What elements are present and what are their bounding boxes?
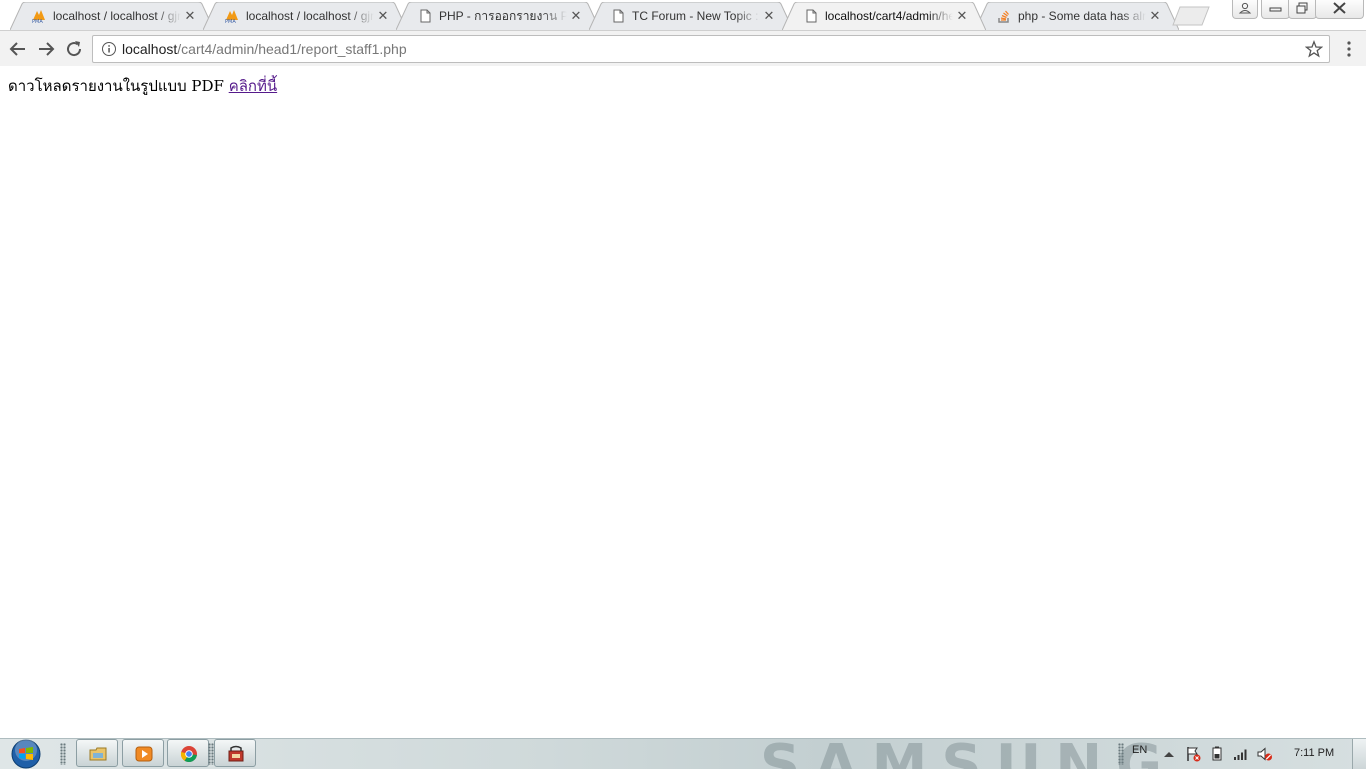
media-player-icon bbox=[135, 746, 153, 762]
tab-close-button[interactable]: ✕ bbox=[954, 8, 970, 24]
tab-1[interactable]: PMA localhost / localhost / gjr ✕ bbox=[10, 2, 214, 30]
tab-2[interactable]: PMA localhost / localhost / gjr ✕ bbox=[203, 2, 407, 30]
wallpaper-logo: SAMSUNG bbox=[760, 739, 1176, 769]
language-indicator[interactable]: EN bbox=[1132, 744, 1147, 756]
tab-close-button[interactable]: ✕ bbox=[1147, 8, 1163, 24]
person-icon bbox=[1238, 2, 1252, 14]
tab-3[interactable]: PHP - การออกรายงาน PDF ✕ bbox=[396, 2, 600, 30]
new-tab-button[interactable] bbox=[1172, 6, 1210, 26]
url-path: /cart4/admin/head1/report_staff1.php bbox=[177, 41, 407, 57]
svg-text:PMA: PMA bbox=[225, 19, 236, 23]
minimize-button[interactable] bbox=[1261, 0, 1290, 19]
tab-title: localhost/cart4/admin/head1/report_staff… bbox=[825, 9, 953, 23]
windows-taskbar: SAMSUNG EN 7:11 PM bbox=[0, 738, 1366, 769]
back-icon[interactable] bbox=[6, 37, 30, 61]
phpmyadmin-icon: PMA bbox=[32, 10, 45, 23]
taskbar-grip[interactable] bbox=[60, 743, 66, 765]
tab-4[interactable]: TC Forum - New Topic :: ✕ bbox=[589, 2, 793, 30]
url-host: localhost bbox=[122, 41, 178, 57]
tab-close-button[interactable]: ✕ bbox=[761, 8, 777, 24]
tab-close-button[interactable]: ✕ bbox=[182, 8, 198, 24]
tab-title: PHP - การออกรายงาน PDF bbox=[439, 9, 567, 23]
minimize-icon bbox=[1269, 7, 1282, 12]
info-icon[interactable] bbox=[101, 41, 117, 57]
tab-title: TC Forum - New Topic :: bbox=[632, 9, 760, 23]
restore-button[interactable] bbox=[1288, 0, 1317, 19]
show-desktop-button[interactable] bbox=[1352, 739, 1366, 769]
tab-5-active[interactable]: localhost/cart4/admin/head1/report_staff… bbox=[782, 2, 986, 30]
tab-6[interactable]: php - Some data has already ✕ bbox=[975, 2, 1179, 30]
bookmark-star-icon[interactable] bbox=[1305, 40, 1323, 58]
page-icon bbox=[613, 9, 624, 23]
browser-toolbar: localhost/cart4/admin/head1/report_staff… bbox=[0, 30, 1366, 67]
profile-button[interactable] bbox=[1232, 0, 1258, 19]
action-center-flag-icon[interactable] bbox=[1185, 746, 1201, 762]
restore-icon bbox=[1296, 2, 1308, 14]
start-button[interactable] bbox=[8, 738, 44, 769]
tab-strip: PMA localhost / localhost / gjr ✕ PMA lo… bbox=[0, 0, 1366, 30]
taskbar-chrome[interactable] bbox=[167, 739, 209, 767]
tab-title: localhost / localhost / gjr bbox=[246, 9, 374, 23]
page-icon bbox=[420, 9, 431, 23]
reload-icon[interactable] bbox=[62, 37, 86, 61]
forward-icon[interactable] bbox=[34, 37, 58, 61]
taskbar-media-player[interactable] bbox=[122, 739, 164, 767]
taskbar-app[interactable] bbox=[214, 739, 256, 767]
show-hidden-icons-icon[interactable] bbox=[1161, 746, 1177, 762]
app-icon bbox=[228, 745, 244, 762]
menu-icon[interactable] bbox=[1338, 37, 1360, 61]
tab-close-button[interactable]: ✕ bbox=[375, 8, 391, 24]
tab-title: localhost / localhost / gjr bbox=[53, 9, 181, 23]
taskbar-clock[interactable]: 7:11 PM bbox=[1294, 747, 1334, 759]
download-pdf-link[interactable]: คลิกที่นี้ bbox=[229, 77, 277, 95]
tray-grip[interactable] bbox=[1118, 743, 1124, 765]
url-text[interactable]: localhost/cart4/admin/head1/report_staff… bbox=[122, 36, 407, 62]
chrome-icon bbox=[180, 746, 197, 763]
download-text: ดาวโหลดรายงานในรูปแบบ PDF bbox=[8, 77, 224, 95]
close-window-button[interactable] bbox=[1315, 0, 1364, 19]
svg-text:PMA: PMA bbox=[32, 19, 43, 23]
page-icon bbox=[806, 9, 817, 23]
file-explorer-icon bbox=[89, 747, 107, 761]
page-viewport: ดาวโหลดรายงานในรูปแบบ PDF คลิกที่นี้ bbox=[0, 66, 1366, 738]
address-bar[interactable]: localhost/cart4/admin/head1/report_staff… bbox=[92, 35, 1330, 63]
stackoverflow-icon bbox=[998, 10, 1009, 23]
taskbar-file-explorer[interactable] bbox=[76, 739, 118, 767]
tab-title: php - Some data has already bbox=[1018, 9, 1146, 23]
close-icon bbox=[1333, 2, 1346, 14]
phpmyadmin-icon: PMA bbox=[225, 10, 238, 23]
volume-muted-icon[interactable] bbox=[1257, 746, 1273, 762]
download-paragraph: ดาวโหลดรายงานในรูปแบบ PDF คลิกที่นี้ bbox=[8, 74, 277, 98]
network-signal-icon[interactable] bbox=[1233, 746, 1249, 762]
tab-close-button[interactable]: ✕ bbox=[568, 8, 584, 24]
power-battery-icon[interactable] bbox=[1209, 746, 1225, 762]
